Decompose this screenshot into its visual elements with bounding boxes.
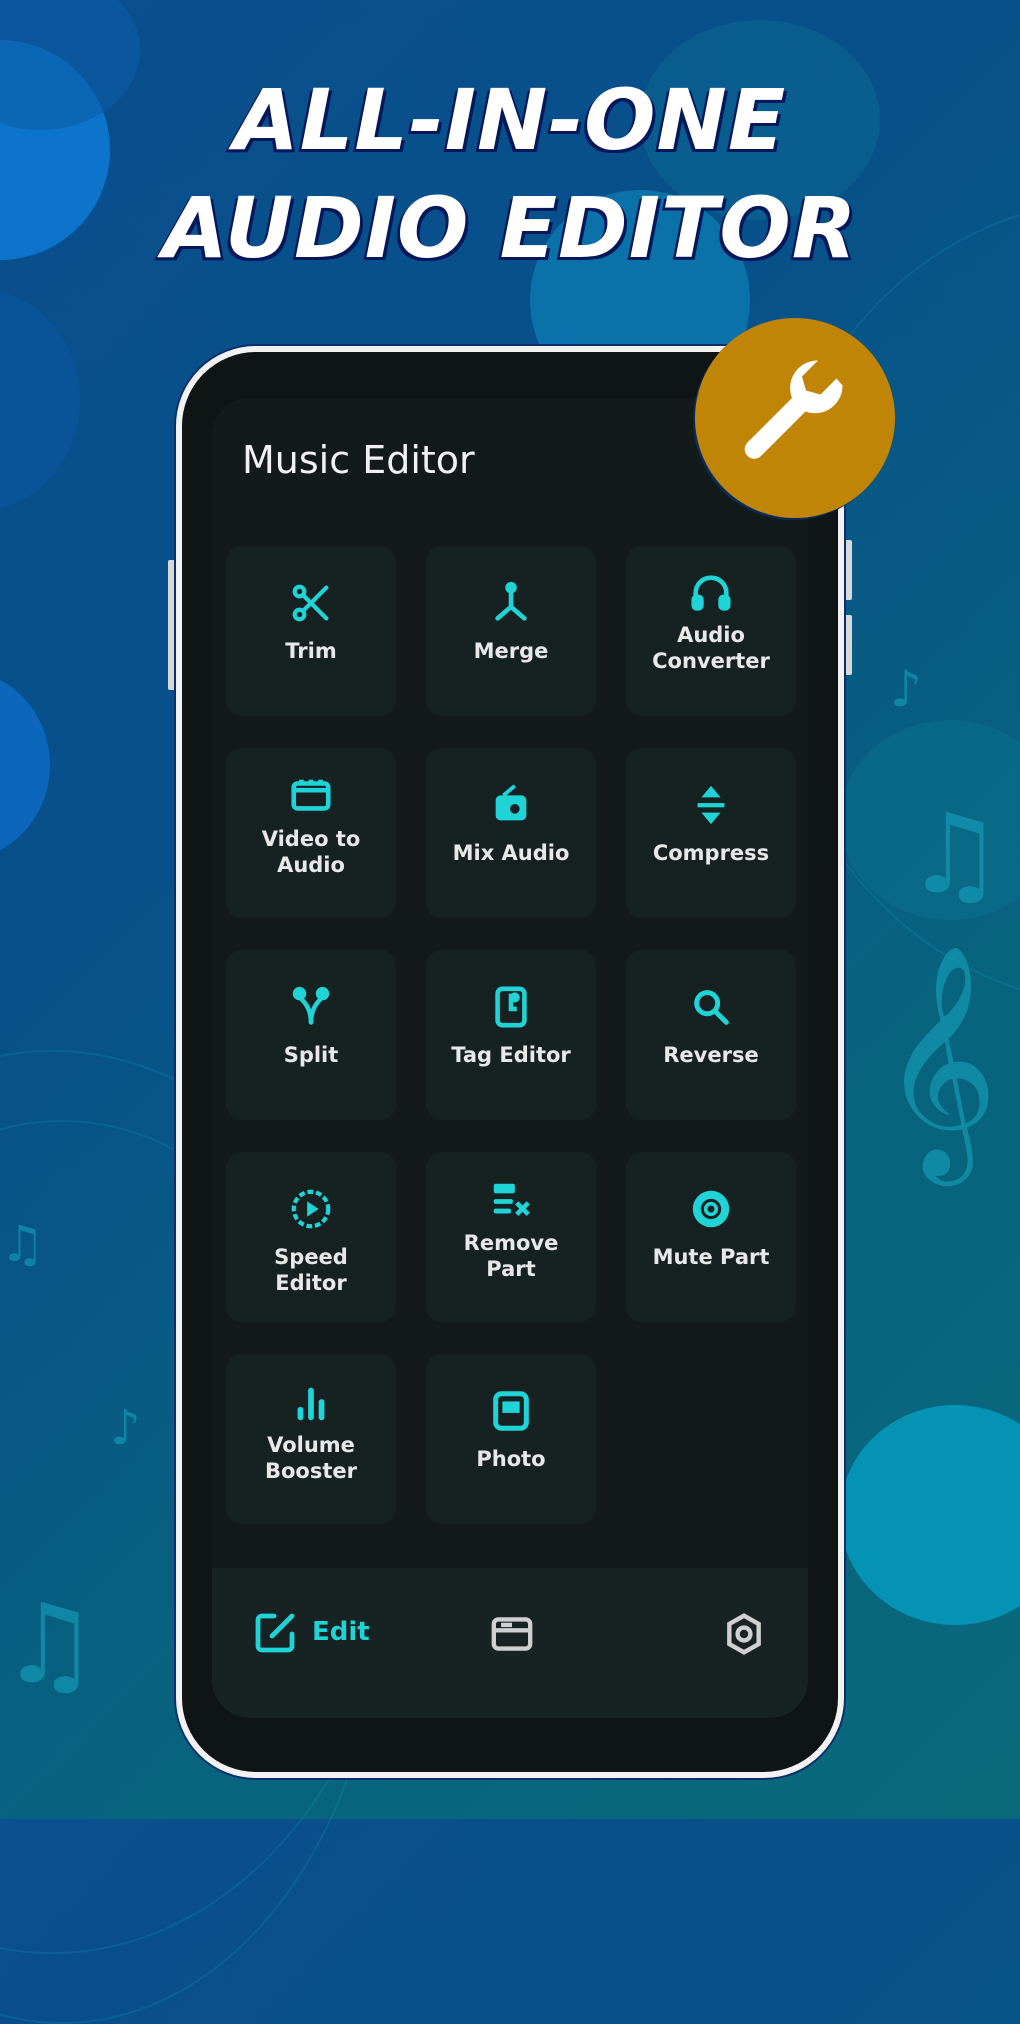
volume-bars-icon [297,1387,325,1421]
scissors-icon [292,584,329,622]
music-note-icon: ♫ [0,1580,99,1708]
app-title: Music Editor [242,438,475,482]
folder-icon [491,1617,533,1651]
tool-volume-booster[interactable]: Volume Booster [226,1354,396,1524]
photo-icon [493,1391,529,1431]
mix-icon [495,784,527,821]
mute-icon [692,1190,730,1228]
phone-side-button [844,615,852,675]
tool-label: Compress [652,841,770,865]
tool-merge[interactable]: Merge [426,546,596,716]
tool-audio-converter[interactable]: Audio Converter [626,546,796,716]
video-icon [291,779,331,811]
phone-side-button [168,560,176,690]
phone-frame: Music Editor Trim Merge Audio Converter … [176,346,844,1778]
tool-grid: Trim Merge Audio Converter Video to Audi… [226,546,796,1524]
compress-icon [697,785,725,825]
nav-folder[interactable] [490,1614,534,1654]
nav-edit[interactable]: Edit [252,1608,370,1656]
bg-bubble [0,290,80,510]
tool-label: Remove Part [463,1231,559,1281]
tool-label: Mute Part [652,1245,770,1269]
tool-split[interactable]: Split [226,950,396,1120]
reverse-search-icon [694,990,729,1025]
tool-label: Mix Audio [452,841,570,865]
music-note-icon: ♫ [0,1215,45,1273]
tool-mute-part[interactable]: Mute Part [626,1152,796,1322]
headline-line-2: AUDIO EDITOR [162,179,858,277]
wrench-icon [744,360,843,459]
treble-clef-icon: 𝄞 [880,943,999,1176]
wrench-badge [695,318,895,518]
edit-icon [255,1613,295,1653]
bg-bubble [0,670,50,860]
tool-photo[interactable]: Photo [426,1354,596,1524]
speed-icon [291,1189,331,1229]
bottom-nav: Edit [212,1568,808,1718]
tool-remove-part[interactable]: Remove Part [426,1152,596,1322]
tool-mix-audio[interactable]: Mix Audio [426,748,596,918]
merge-icon [495,581,527,621]
tool-label: Photo [476,1447,546,1471]
bg-bubble [840,1405,1020,1625]
tag-file-icon [495,986,527,1028]
nav-edit-label: Edit [312,1617,370,1647]
split-icon [292,986,330,1025]
tool-label: Merge [473,639,549,663]
music-note-icon: ♫ [905,790,1004,918]
remove-part-icon [493,1183,530,1217]
app-screen: Music Editor Trim Merge Audio Converter … [212,398,808,1718]
tool-speed-editor[interactable]: Speed Editor [226,1152,396,1322]
tool-label: Speed Editor [274,1245,348,1295]
tool-label: Split [283,1043,339,1067]
tool-label: Trim [285,639,337,663]
headphones-icon [691,575,731,611]
tool-compress[interactable]: Compress [626,748,796,918]
tool-reverse[interactable]: Reverse [626,950,796,1120]
music-note-icon: ♪ [110,1400,141,1456]
tool-tag-editor[interactable]: Tag Editor [426,950,596,1120]
tool-label: Volume Booster [265,1433,357,1483]
tool-label: Video to Audio [261,827,361,877]
tool-label: Audio Converter [652,623,770,673]
music-note-icon: ♪ [890,660,922,718]
settings-icon [727,1613,761,1655]
tool-label: Reverse [663,1043,759,1067]
phone-side-button [844,540,852,600]
tool-trim[interactable]: Trim [226,546,396,716]
tool-video-to-audio[interactable]: Video to Audio [226,748,396,918]
tool-label: Tag Editor [451,1043,571,1067]
headline-line-1: ALL-IN-ONE [233,71,787,169]
nav-settings[interactable] [722,1612,766,1656]
